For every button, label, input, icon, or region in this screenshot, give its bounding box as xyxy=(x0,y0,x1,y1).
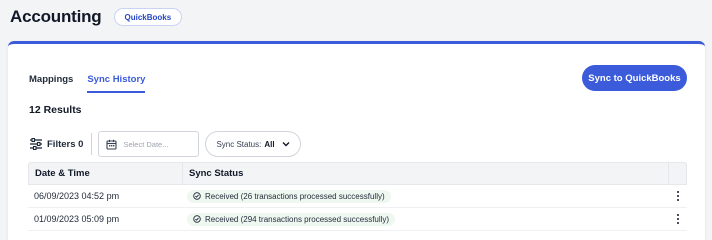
table-header: Date & Time Sync Status xyxy=(28,162,687,185)
page-header: Accounting QuickBooks xyxy=(10,6,183,28)
sync-history-card: Mappings Sync History Sync to QuickBooks… xyxy=(8,41,705,240)
row-actions-cell xyxy=(669,208,687,230)
tab-bar: Mappings Sync History xyxy=(29,74,146,93)
row-status-cell: Received (294 transactions processed suc… xyxy=(181,208,669,230)
filters-button[interactable]: Filters 0 xyxy=(29,138,83,150)
sync-to-quickbooks-button[interactable]: Sync to QuickBooks xyxy=(582,65,687,91)
column-header-date[interactable]: Date & Time xyxy=(29,168,182,179)
filter-sliders-icon xyxy=(30,138,42,150)
row-datetime: 01/09/2023 05:09 pm xyxy=(34,214,120,224)
row-actions-cell xyxy=(669,185,687,207)
tab-mappings[interactable]: Mappings xyxy=(29,74,73,93)
table-row: 06/09/2023 04:52 pm Received (26 transac… xyxy=(28,185,687,208)
status-text: Received (294 transactions processed suc… xyxy=(205,214,390,224)
filters-label: Filters 0 xyxy=(47,138,84,150)
row-status-cell: Received (26 transactions processed succ… xyxy=(181,185,669,207)
sync-history-table: Date & Time Sync Status 06/09/2023 04:52… xyxy=(28,162,687,231)
filter-toolbar: Filters 0 Select Date... Sync Status: Al… xyxy=(29,131,301,157)
toolbar-divider xyxy=(91,133,93,155)
column-header-status[interactable]: Sync Status xyxy=(182,163,668,184)
sync-status-value: All xyxy=(264,139,275,149)
status-badge: Received (26 transactions processed succ… xyxy=(187,189,391,203)
quickbooks-pill[interactable]: QuickBooks xyxy=(113,8,183,26)
page-title: Accounting xyxy=(10,7,102,26)
date-picker-field[interactable]: Select Date... xyxy=(98,131,200,157)
kebab-menu-icon[interactable] xyxy=(673,212,684,227)
table-row: 01/09/2023 05:09 pm Received (294 transa… xyxy=(28,208,687,231)
column-header-actions xyxy=(668,163,686,184)
chevron-down-icon xyxy=(282,142,290,147)
check-circle-icon xyxy=(193,215,201,223)
calendar-icon xyxy=(106,139,117,150)
row-datetime: 06/09/2023 04:52 pm xyxy=(34,191,120,201)
check-circle-icon xyxy=(193,192,201,200)
date-placeholder: Select Date... xyxy=(123,139,169,149)
sync-status-dropdown[interactable]: Sync Status: All xyxy=(205,131,301,157)
results-count: 12 Results xyxy=(29,104,82,116)
status-badge: Received (294 transactions processed suc… xyxy=(187,212,396,226)
sync-status-label: Sync Status: xyxy=(216,139,262,149)
tab-sync-history[interactable]: Sync History xyxy=(87,74,146,93)
kebab-menu-icon[interactable] xyxy=(673,189,684,204)
status-text: Received (26 transactions processed succ… xyxy=(205,191,385,201)
